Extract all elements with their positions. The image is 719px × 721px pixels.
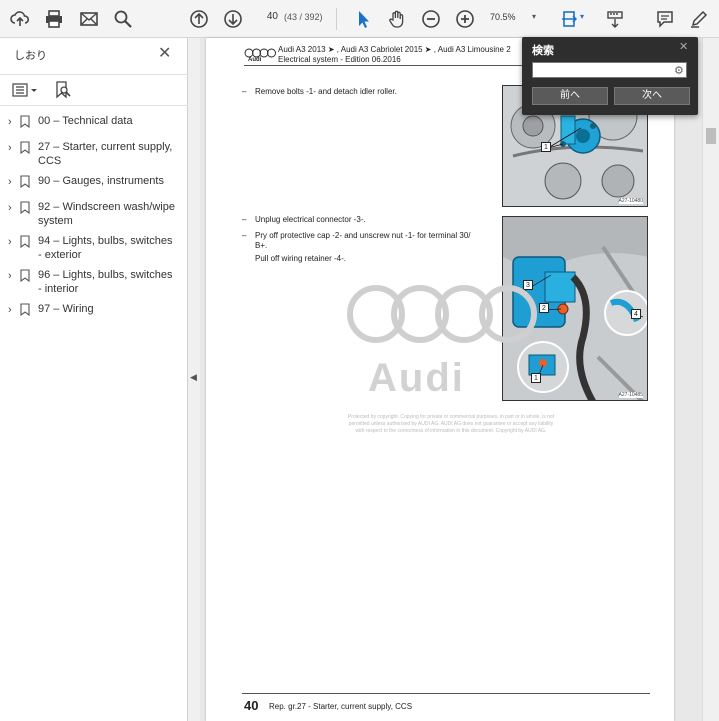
search-panel: 検索 ✕ ⚙ 前へ 次へ — [522, 37, 698, 115]
chevron-right-icon[interactable]: › — [8, 304, 20, 316]
watermark-word: Audi — [368, 356, 465, 400]
bookmark-list: › 00 – Technical data › 27 – Starter, cu… — [0, 112, 188, 326]
document-viewer[interactable]: Audi Audi A3 2013 ➤ , Audi A3 Cabriolet … — [200, 38, 702, 721]
zoom-in-icon[interactable] — [453, 7, 477, 31]
chevron-right-icon[interactable]: › — [8, 142, 20, 154]
header-subtitle: Electrical system - Edition 06.2016 — [278, 55, 401, 64]
step-text: Remove bolts -1- and detach idler roller… — [255, 87, 397, 96]
hand-icon[interactable] — [385, 7, 409, 31]
bookmark-icon — [20, 175, 38, 193]
bookmarks-toolbar — [0, 74, 188, 106]
main-toolbar: 40 (43 / 392) 70.5% ▾ ▾ — [0, 0, 719, 38]
step-continuation: B+. — [255, 241, 268, 250]
page-up-icon[interactable] — [187, 7, 211, 31]
zoom-out-icon[interactable] — [419, 7, 443, 31]
comment-icon[interactable] — [653, 7, 677, 31]
scrollbar-thumb[interactable] — [706, 128, 716, 144]
bookmark-item[interactable]: › 27 – Starter, current supply, CCS — [0, 138, 188, 172]
mail-icon[interactable] — [77, 7, 101, 31]
bookmark-search-icon[interactable] — [54, 81, 72, 104]
search-input[interactable]: ⚙ — [532, 62, 687, 78]
bookmark-icon — [20, 303, 38, 321]
header-brand: Audi — [248, 57, 262, 63]
bookmark-label[interactable]: 94 – Lights, bulbs, switches - exterior — [38, 234, 178, 262]
zoom-dropdown-icon[interactable]: ▾ — [532, 12, 536, 21]
footer-text: Rep. gr.27 - Starter, current supply, CC… — [269, 702, 413, 711]
bookmark-item[interactable]: › 97 – Wiring — [0, 300, 188, 326]
figure-code: A27-10480 — [618, 198, 643, 204]
bookmark-label[interactable]: 96 – Lights, bulbs, switches - interior — [38, 268, 178, 296]
chevron-right-icon[interactable]: › — [8, 202, 20, 214]
pen-icon[interactable] — [687, 7, 711, 31]
fit-dropdown-icon[interactable]: ▾ — [580, 12, 584, 21]
figure-callout: 1 — [541, 142, 551, 152]
chevron-right-icon[interactable]: › — [8, 270, 20, 282]
figure-code: A27-10485 — [618, 392, 643, 398]
zoom-search-icon[interactable] — [111, 7, 135, 31]
bookmark-icon — [20, 115, 38, 133]
pdf-page: Audi Audi A3 2013 ➤ , Audi A3 Cabriolet … — [206, 38, 674, 721]
bookmarks-panel: しおり ✕ › 00 – Technical data › 27 – Start… — [0, 38, 188, 721]
bookmark-item[interactable]: › 00 – Technical data — [0, 112, 188, 138]
print-icon[interactable] — [42, 7, 66, 31]
search-title: 検索 — [532, 45, 554, 57]
footer-rule — [242, 693, 650, 694]
page-total: (43 / 392) — [284, 12, 323, 22]
copyright-notice: Protected by copyright. Copying for priv… — [347, 414, 555, 434]
fit-page-icon[interactable] — [558, 7, 582, 31]
bookmark-label[interactable]: 97 – Wiring — [38, 302, 178, 316]
bookmark-item[interactable]: › 96 – Lights, bulbs, switches - interio… — [0, 266, 188, 300]
prev-button[interactable]: 前へ — [532, 87, 608, 105]
vertical-scrollbar[interactable] — [702, 38, 719, 721]
chevron-right-icon[interactable]: › — [8, 176, 20, 188]
header-title: Audi A3 2013 ➤ , Audi A3 Cabriolet 2015 … — [278, 45, 511, 54]
footer-page-number: 40 — [244, 698, 259, 713]
close-icon[interactable]: ✕ — [679, 40, 688, 53]
step-text: Unplug electrical connector -3-. — [255, 215, 366, 224]
chevron-right-icon[interactable]: › — [8, 116, 20, 128]
page-number-input[interactable]: 40 — [256, 11, 278, 22]
bookmark-icon — [20, 235, 38, 253]
bookmark-label[interactable]: 27 – Starter, current supply, CCS — [38, 140, 178, 168]
audi-watermark: Audi — [346, 284, 586, 419]
bookmark-label[interactable]: 92 – Windscreen wash/wipe system — [38, 200, 178, 228]
collapse-panel-icon[interactable]: ◀ — [190, 372, 197, 383]
step-text: Pry off protective cap -2- and unscrew n… — [255, 231, 471, 240]
bookmark-icon — [20, 141, 38, 159]
bookmark-label[interactable]: 00 – Technical data — [38, 114, 178, 128]
cloud-upload-icon[interactable] — [8, 7, 32, 31]
close-icon[interactable]: ✕ — [158, 43, 171, 63]
zoom-level[interactable]: 70.5% — [490, 12, 516, 22]
bookmark-options-icon[interactable] — [12, 83, 40, 102]
bookmarks-title: しおり — [14, 50, 47, 62]
page-down-icon[interactable] — [221, 7, 245, 31]
next-button[interactable]: 次へ — [614, 87, 690, 105]
figure-callout: 4 — [631, 309, 641, 319]
gear-icon[interactable]: ⚙ — [674, 64, 684, 77]
chevron-right-icon[interactable]: › — [8, 236, 20, 248]
step-text: Pull off wiring retainer -4-. — [255, 254, 346, 263]
toolbar-divider — [336, 8, 337, 30]
bookmark-item[interactable]: › 90 – Gauges, instruments — [0, 172, 188, 198]
bookmark-label[interactable]: 90 – Gauges, instruments — [38, 174, 178, 188]
bookmark-icon — [20, 269, 38, 287]
bookmark-item[interactable]: › 92 – Windscreen wash/wipe system — [0, 198, 188, 232]
scroll-mode-icon[interactable] — [603, 7, 627, 31]
bookmark-item[interactable]: › 94 – Lights, bulbs, switches - exterio… — [0, 232, 188, 266]
bookmark-icon — [20, 201, 38, 219]
select-cursor-icon[interactable] — [351, 7, 375, 31]
